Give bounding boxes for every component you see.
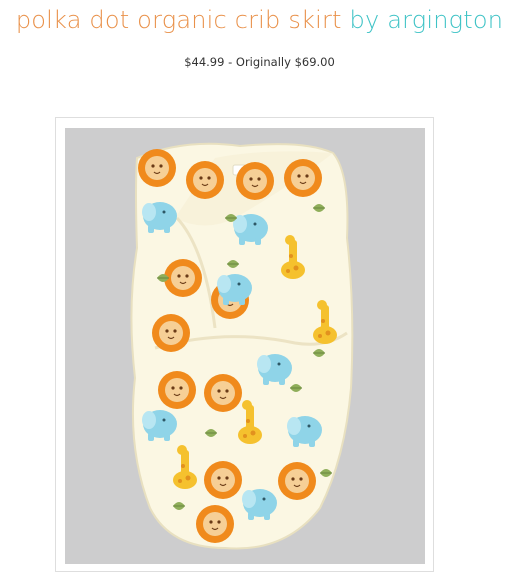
sale-price: $44.99 bbox=[184, 55, 225, 69]
original-price: Originally $69.00 bbox=[235, 55, 335, 69]
price-separator: - bbox=[224, 55, 236, 69]
product-page: polka dot organic crib skirt by argingto… bbox=[0, 0, 519, 584]
by-label: by bbox=[349, 6, 380, 34]
product-image[interactable] bbox=[65, 128, 425, 564]
price-line: $44.99 - Originally $69.00 bbox=[0, 55, 519, 69]
brand-link[interactable]: argington bbox=[387, 6, 503, 34]
product-title: polka dot organic crib skirt by argingto… bbox=[0, 6, 519, 34]
swaddle-illustration bbox=[65, 128, 425, 564]
product-name: polka dot organic crib skirt bbox=[15, 6, 342, 34]
